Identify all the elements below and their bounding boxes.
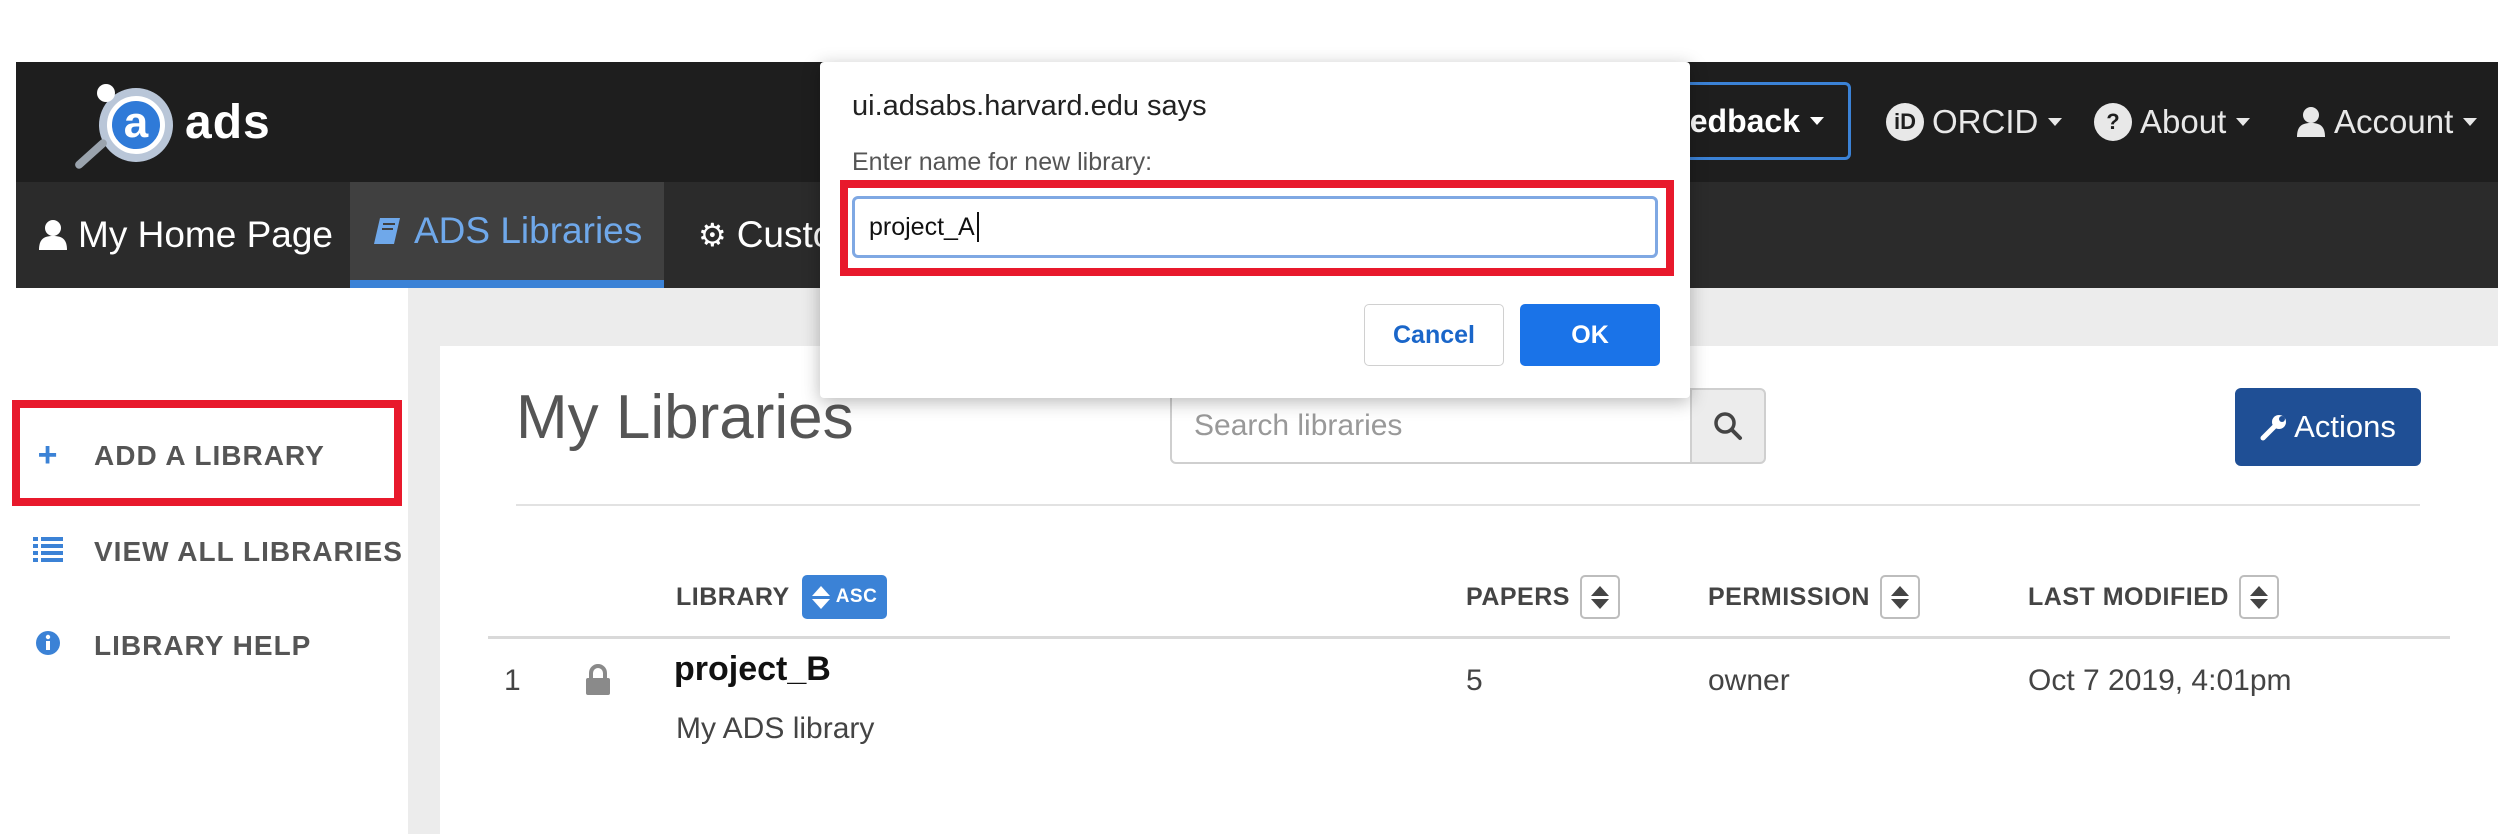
- highlight-box-library-name: [840, 180, 1674, 276]
- table-header-rule: [488, 636, 2450, 639]
- ads-logo[interactable]: a ads: [71, 82, 271, 171]
- ok-button[interactable]: OK: [1520, 304, 1660, 366]
- chevron-down-icon: [1810, 117, 1824, 125]
- column-header-papers[interactable]: PAPERS: [1466, 575, 1620, 619]
- column-label: PERMISSION: [1708, 582, 1870, 611]
- column-label: LIBRARY: [676, 582, 790, 611]
- sidebar-item-view-all-libraries[interactable]: VIEW ALL LIBRARIES: [30, 532, 403, 571]
- divider: [516, 504, 2420, 506]
- row-index: 1: [504, 664, 521, 697]
- search-libraries-input[interactable]: Search libraries: [1170, 388, 1692, 464]
- page-title: My Libraries: [516, 383, 854, 452]
- feedback-label: edback: [1689, 102, 1800, 139]
- tab-label: My Home Page: [78, 214, 333, 255]
- sidebar-item-label: LIBRARY HELP: [94, 629, 312, 661]
- magnifier-logo-icon: a: [71, 82, 175, 171]
- wrench-icon: [2260, 415, 2287, 441]
- actions-label: Actions: [2294, 409, 2396, 444]
- sort-icon[interactable]: [1879, 575, 1920, 619]
- gear-icon: ⚙: [698, 217, 727, 253]
- user-icon: [39, 220, 67, 250]
- tab-ads-libraries[interactable]: ADS Libraries: [350, 182, 665, 288]
- sidebar-item-library-help[interactable]: LIBRARY HELP: [30, 626, 311, 665]
- dialog-label: Enter name for new library:: [852, 148, 1153, 176]
- chevron-down-icon: [2236, 118, 2251, 126]
- column-label: LAST MODIFIED: [2028, 582, 2229, 611]
- orcid-icon: iD: [1886, 103, 1924, 141]
- last-modified-value: Oct 7 2019, 4:01pm: [2028, 664, 2292, 697]
- tab-label: ADS Libraries: [414, 210, 643, 251]
- orcid-menu[interactable]: iD ORCID: [1886, 82, 2063, 162]
- library-name-link[interactable]: project_B: [674, 650, 831, 689]
- column-label: PAPERS: [1466, 582, 1570, 611]
- about-menu[interactable]: ? About: [2094, 82, 2251, 162]
- papers-count: 5: [1466, 664, 1483, 697]
- dialog-title: ui.adsabs.harvard.edu says: [852, 90, 1207, 122]
- account-label: Account: [2334, 103, 2454, 140]
- plus-icon: +: [37, 436, 59, 474]
- sidebar-item-label: ADD A LIBRARY: [94, 439, 325, 471]
- about-label: About: [2140, 103, 2227, 140]
- column-header-library[interactable]: LIBRARY ASC: [676, 575, 888, 619]
- sort-badge-label: ASC: [835, 586, 878, 607]
- chevron-down-icon: [2463, 118, 2478, 126]
- tab-label: Custo: [736, 214, 834, 255]
- tab-my-home-page[interactable]: My Home Page: [16, 182, 355, 288]
- page: a ads edback iD ORCID ? About Account My…: [0, 0, 2514, 834]
- cancel-button[interactable]: Cancel: [1364, 304, 1504, 366]
- column-header-last-modified[interactable]: LAST MODIFIED: [2028, 575, 2279, 619]
- search-button[interactable]: [1690, 388, 1766, 464]
- lock-icon: [584, 664, 612, 704]
- search-icon: [1714, 412, 1742, 440]
- sidebar-item-label: VIEW ALL LIBRARIES: [94, 535, 403, 567]
- library-description: My ADS library: [676, 712, 875, 745]
- actions-button[interactable]: Actions: [2235, 388, 2421, 466]
- chevron-down-icon: [2048, 118, 2063, 126]
- column-header-permission[interactable]: PERMISSION: [1708, 575, 1920, 619]
- sort-icon[interactable]: [2238, 575, 2279, 619]
- sort-icon: [811, 585, 830, 609]
- sort-icon[interactable]: [1579, 575, 1620, 619]
- orcid-label: ORCID: [1932, 103, 2039, 140]
- info-icon: [30, 626, 66, 665]
- book-icon: [374, 218, 400, 244]
- sidebar-item-add-library[interactable]: + ADD A LIBRARY: [30, 436, 325, 475]
- user-icon: [2297, 107, 2325, 137]
- sort-asc-badge[interactable]: ASC: [801, 575, 888, 619]
- permission-value: owner: [1708, 664, 1790, 697]
- account-menu[interactable]: Account: [2296, 82, 2478, 162]
- logo-text: ads: [185, 95, 271, 149]
- list-icon: [30, 532, 66, 571]
- question-icon: ?: [2094, 103, 2132, 141]
